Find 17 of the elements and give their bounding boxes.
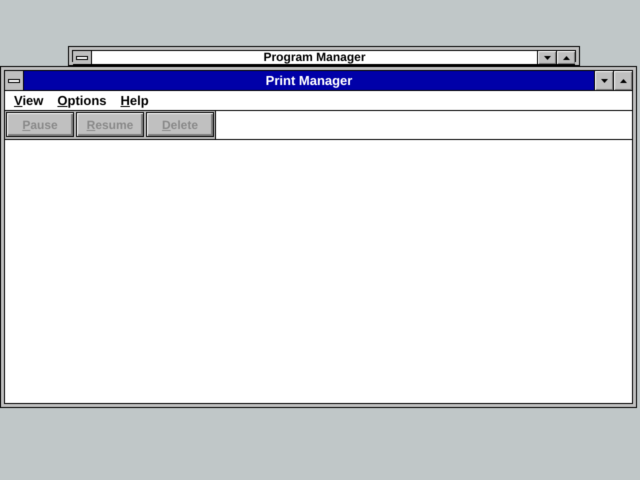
minimize-button[interactable] bbox=[537, 51, 556, 64]
window-title: Program Manager bbox=[262, 51, 367, 64]
menu-icon bbox=[76, 56, 88, 60]
maximize-button[interactable] bbox=[556, 51, 575, 64]
up-triangle-icon bbox=[620, 78, 626, 82]
down-triangle-icon bbox=[600, 78, 608, 82]
menu-item[interactable]: View bbox=[7, 93, 50, 108]
system-menu-button[interactable] bbox=[73, 51, 92, 64]
maximize-button[interactable] bbox=[613, 71, 632, 90]
menu-item[interactable]: Options bbox=[50, 93, 114, 108]
minimize-button[interactable] bbox=[594, 71, 613, 90]
up-triangle-icon bbox=[562, 56, 570, 60]
menu-item[interactable]: Help bbox=[114, 93, 156, 108]
down-triangle-icon bbox=[544, 56, 550, 60]
menu-icon bbox=[8, 78, 20, 82]
window-title: Print Manager bbox=[264, 72, 354, 90]
system-menu-button[interactable] bbox=[5, 71, 24, 90]
